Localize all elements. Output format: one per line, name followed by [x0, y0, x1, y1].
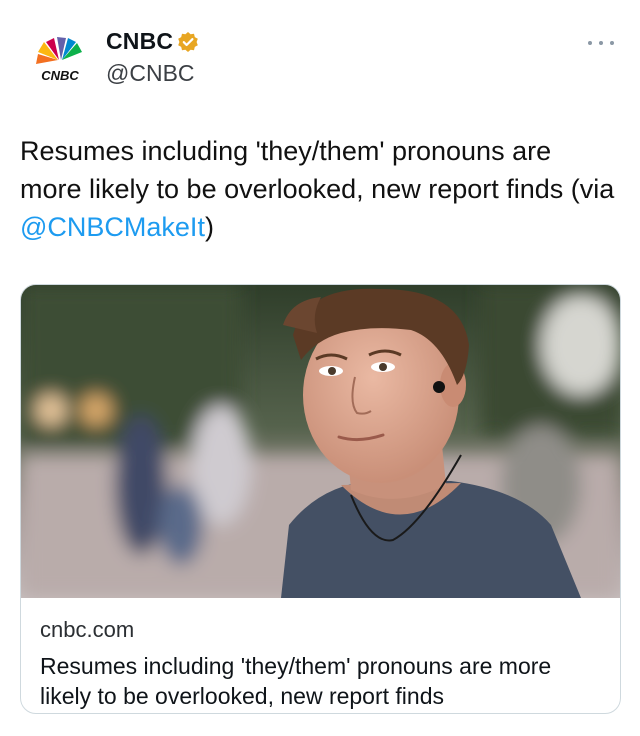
card-title[interactable]: Resumes including 'they/them' pronouns a…: [40, 651, 605, 711]
mention-link[interactable]: @CNBCMakeIt: [20, 212, 205, 242]
card-image[interactable]: [21, 285, 620, 598]
link-card[interactable]: cnbc.com Resumes including 'they/them' p…: [20, 284, 621, 714]
more-options-icon[interactable]: [588, 38, 614, 48]
tweet-header: CNBC CNBC @CNBC: [24, 26, 616, 90]
name-row: CNBC: [106, 28, 199, 55]
tweet-body-end: ): [204, 212, 214, 242]
tweet-text: Resumes including 'they/them' pronouns a…: [20, 132, 620, 246]
display-name[interactable]: CNBC: [106, 28, 173, 55]
verified-badge-icon: [177, 31, 199, 53]
logo-text: CNBC: [41, 68, 79, 82]
cnbc-logo-avatar[interactable]: CNBC: [30, 34, 90, 83]
card-domain: cnbc.com: [40, 617, 135, 642]
tweet-body: Resumes including 'they/them' pronouns a…: [20, 136, 615, 204]
card-meta: cnbc.com Resumes including 'they/them' p…: [40, 617, 605, 711]
handle[interactable]: @CNBC: [106, 60, 195, 87]
portrait-photo: [21, 285, 620, 598]
peacock-icon: CNBC: [36, 37, 82, 83]
